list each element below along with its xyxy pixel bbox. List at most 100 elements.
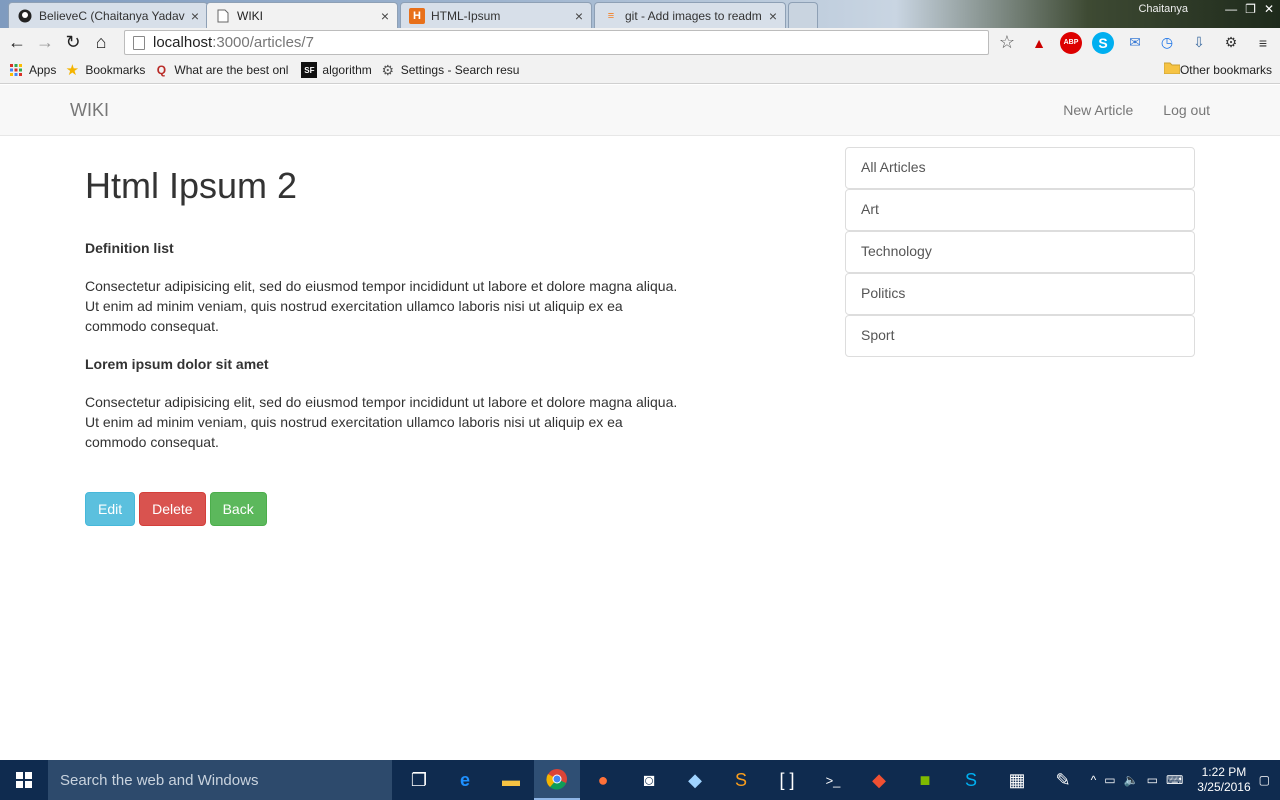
notifier-icon[interactable]: ✉ <box>1124 32 1146 54</box>
url-path: :3000/articles/7 <box>212 34 314 51</box>
clock[interactable]: 1:22 PM 3/25/2016 <box>1197 765 1250 795</box>
category-art[interactable]: Art <box>845 189 1195 231</box>
section-body: Consectetur adipisicing elit, sed do eiu… <box>85 393 678 450</box>
gear-icon: ⚙ <box>381 62 395 78</box>
bookmark-algorithm[interactable]: SF algorithm <box>301 62 372 78</box>
history-icon[interactable]: ◷ <box>1156 32 1178 54</box>
extensions-bar: ☆ ▲ ABP S ✉ ◷ ⇩ ⚙ ≡ <box>996 28 1274 57</box>
adblock-icon[interactable]: ABP <box>1060 31 1082 54</box>
back-button[interactable]: Back <box>209 491 267 526</box>
category-all-articles[interactable]: All Articles <box>845 147 1195 189</box>
terminal-icon[interactable]: >_ <box>810 760 856 800</box>
forward-arrow-icon[interactable]: → <box>31 29 59 57</box>
gear-icon[interactable]: ⚙ <box>1220 32 1242 54</box>
volume-icon[interactable]: 🔈 <box>1124 773 1139 787</box>
minimize-icon[interactable]: — <box>1225 2 1237 16</box>
tab-title: HTML-Ipsum <box>431 8 501 23</box>
apps-grid-icon <box>8 62 24 78</box>
page-icon <box>215 8 231 24</box>
category-politics[interactable]: Politics <box>845 273 1195 315</box>
movie-maker-icon[interactable]: ▦ <box>994 760 1040 800</box>
category-sport[interactable]: Sport <box>845 315 1195 357</box>
section-heading: Definition list <box>85 239 174 256</box>
url-host: localhost <box>153 34 213 51</box>
star-icon[interactable]: ☆ <box>996 32 1018 54</box>
office-icon[interactable]: ■ <box>902 760 948 800</box>
category-technology[interactable]: Technology <box>845 231 1195 273</box>
profile-name[interactable]: Chaitanya <box>1138 3 1188 15</box>
other-bookmarks-label: Other bookmarks <box>1179 62 1272 77</box>
article-title: Html Ipsum 2 <box>85 165 298 206</box>
bookmark-settings[interactable]: ⚙ Settings - Search resu <box>380 62 520 78</box>
windows-taskbar: Search the web and Windows ❐ e ▬ ● ◙ ◆ S… <box>0 760 1280 800</box>
clock-date: 3/25/2016 <box>1197 780 1251 794</box>
clock-time: 1:22 PM <box>1201 765 1247 779</box>
system-tray: ^ ▭ 🔈 ▭ ⌨ 1:22 PM 3/25/2016 ▢ <box>1091 760 1280 800</box>
skype-icon[interactable]: S <box>948 760 994 800</box>
page-info-icon[interactable] <box>133 35 145 50</box>
chevron-up-icon[interactable]: ^ <box>1091 773 1097 787</box>
bookmark-bookmarks[interactable]: ★ Bookmarks <box>64 62 146 78</box>
sublime-text-icon[interactable]: S <box>718 760 764 800</box>
close-window-icon[interactable]: ✕ <box>1264 2 1274 16</box>
tab-title: BelieveC (Chaitanya Yadav <box>39 8 185 23</box>
menu-icon[interactable]: ≡ <box>1252 32 1274 54</box>
git-icon[interactable]: ◆ <box>856 760 902 800</box>
battery-icon[interactable]: ▭ <box>1147 773 1158 787</box>
article: Html Ipsum 2 Definition list Consectetur… <box>85 160 685 526</box>
delete-button[interactable]: Delete <box>139 491 206 526</box>
other-bookmarks[interactable]: Other bookmarks <box>1163 62 1272 77</box>
lastpass-icon[interactable]: ▲ <box>1028 32 1050 54</box>
tab-stackoverflow[interactable]: ≡ git - Add images to readm × <box>594 2 786 28</box>
bookmark-label: Bookmarks <box>85 63 146 77</box>
sf-icon: SF <box>301 62 318 78</box>
window-controls: — ❐ ✕ <box>1225 2 1274 16</box>
home-icon[interactable]: ⌂ <box>87 29 115 57</box>
bookmark-label: Apps <box>29 63 57 77</box>
bookmark-label: What are the best onl <box>174 63 289 77</box>
log-out-link[interactable]: Log out <box>1163 102 1210 118</box>
bookmark-label: algorithm <box>322 63 372 77</box>
back-arrow-icon[interactable]: ← <box>3 29 31 57</box>
close-icon[interactable]: × <box>575 8 583 24</box>
taskbar-search-input[interactable]: Search the web and Windows <box>48 760 392 800</box>
brand-link[interactable]: WIKI <box>70 100 109 121</box>
close-icon[interactable]: × <box>191 8 199 24</box>
browser-tab-strip: BelieveC (Chaitanya Yadav × WIKI × H HTM… <box>0 0 1280 28</box>
file-explorer-icon[interactable]: ▬ <box>488 760 534 800</box>
bookmarks-bar: Apps ★ Bookmarks Q What are the best onl… <box>0 57 1280 84</box>
new-tab-button[interactable] <box>788 2 818 28</box>
task-view-icon[interactable]: ❐ <box>396 760 442 800</box>
chrome-icon[interactable] <box>534 760 580 800</box>
tab-github[interactable]: BelieveC (Chaitanya Yadav × <box>8 2 208 28</box>
reload-icon[interactable]: ↻ <box>59 29 87 57</box>
new-article-link[interactable]: New Article <box>1063 102 1133 118</box>
edit-button[interactable]: Edit <box>85 491 136 526</box>
camera-icon[interactable]: ◙ <box>626 760 672 800</box>
quora-icon: Q <box>156 63 167 77</box>
download-icon[interactable]: ⇩ <box>1188 32 1210 54</box>
close-icon[interactable]: × <box>381 8 389 24</box>
maximize-icon[interactable]: ❐ <box>1245 2 1256 16</box>
section-heading: Lorem ipsum dolor sit amet <box>85 355 269 372</box>
tab-title: WIKI <box>237 8 263 23</box>
close-icon[interactable]: × <box>769 8 777 24</box>
taskbar-apps: ❐ e ▬ ● ◙ ◆ S [ ] >_ ◆ ■ S ▦ ✎ <box>396 760 1086 800</box>
address-bar[interactable]: localhost:3000/articles/7 <box>124 30 989 55</box>
brackets-icon[interactable]: [ ] <box>764 760 810 800</box>
skype-icon[interactable]: S <box>1092 31 1114 54</box>
article-actions: Edit Delete Back <box>85 491 685 526</box>
windows-start-icon[interactable] <box>0 760 48 800</box>
network-icon[interactable]: ▭ <box>1104 773 1115 787</box>
keyboard-icon[interactable]: ⌨ <box>1166 773 1183 787</box>
tab-html-ipsum[interactable]: H HTML-Ipsum × <box>400 2 592 28</box>
firefox-icon[interactable]: ● <box>580 760 626 800</box>
paint-icon[interactable]: ✎ <box>1040 760 1086 800</box>
bookmark-quora[interactable]: Q What are the best onl <box>153 62 293 78</box>
bookmark-apps[interactable]: Apps <box>8 62 56 78</box>
edge-icon[interactable]: e <box>442 760 488 800</box>
navbar-links: New Article Log out <box>1063 102 1210 118</box>
notes-icon[interactable]: ◆ <box>672 760 718 800</box>
action-center-icon[interactable]: ▢ <box>1259 773 1270 787</box>
tab-wiki[interactable]: WIKI × <box>206 2 398 28</box>
